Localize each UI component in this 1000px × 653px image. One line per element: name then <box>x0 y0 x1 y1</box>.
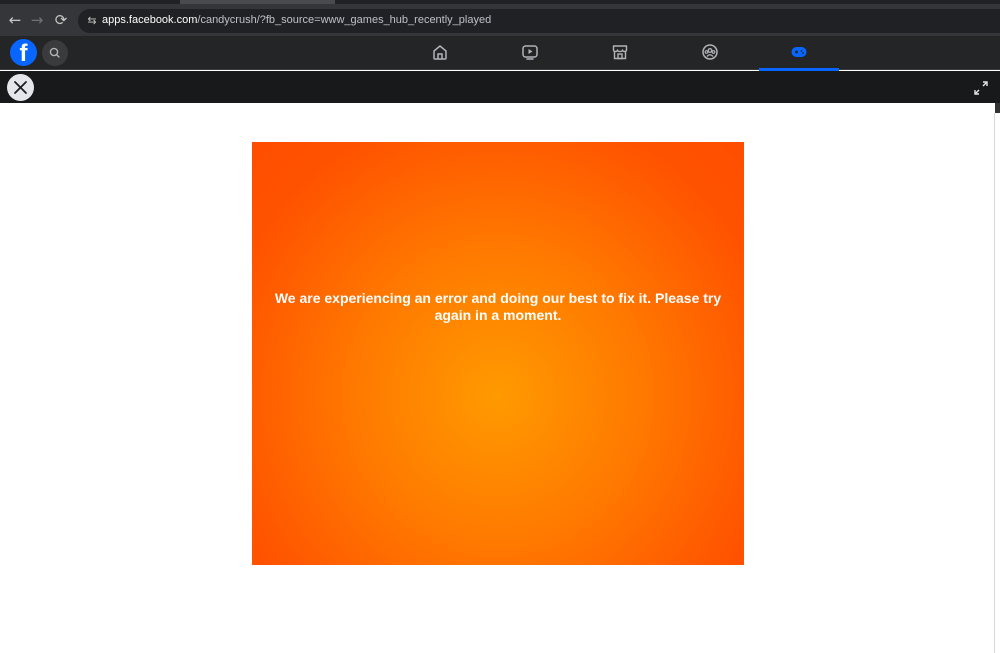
gaming-icon <box>791 47 807 57</box>
reload-icon[interactable]: ⟳ <box>51 10 71 30</box>
site-info-icon[interactable]: ⇆ <box>84 13 100 29</box>
game-toolbar <box>0 71 1000 103</box>
browser-tab[interactable] <box>180 0 335 4</box>
groups-icon <box>702 44 718 60</box>
address-bar[interactable]: ⇆ apps.facebook.com/candycrush/?fb_sourc… <box>78 9 1000 33</box>
search-icon <box>49 47 60 58</box>
video-icon <box>522 45 538 60</box>
browser-toolbar: ← → ⟳ ⇆ apps.facebook.com/candycrush/?fb… <box>0 0 1000 36</box>
nav-gaming[interactable] <box>759 36 839 71</box>
fullscreen-button[interactable] <box>972 79 990 97</box>
close-button[interactable] <box>7 74 34 101</box>
back-icon[interactable]: ← <box>5 10 25 30</box>
url-text[interactable]: apps.facebook.com/candycrush/?fb_source=… <box>102 14 491 26</box>
scrollbar-track[interactable] <box>994 113 995 653</box>
close-icon <box>14 81 27 94</box>
game-canvas[interactable]: We are experiencing an error and doing o… <box>252 142 744 565</box>
url-host: apps.facebook.com <box>102 14 198 26</box>
nav-video[interactable] <box>490 36 570 70</box>
search-button[interactable] <box>42 40 68 66</box>
forward-icon[interactable]: → <box>27 10 47 30</box>
nav-groups[interactable] <box>670 36 750 70</box>
nav-home[interactable] <box>400 36 480 70</box>
home-icon <box>433 45 447 60</box>
scrollbar-thumb[interactable] <box>995 103 1000 113</box>
url-path: /candycrush/?fb_source=www_games_hub_rec… <box>197 14 492 26</box>
nav-marketplace[interactable] <box>580 36 660 70</box>
error-message: We are experiencing an error and doing o… <box>274 290 722 323</box>
expand-icon <box>974 81 988 95</box>
marketplace-icon <box>612 45 628 60</box>
facebook-logo-icon[interactable]: f <box>10 39 37 66</box>
facebook-header: f <box>0 36 1000 71</box>
